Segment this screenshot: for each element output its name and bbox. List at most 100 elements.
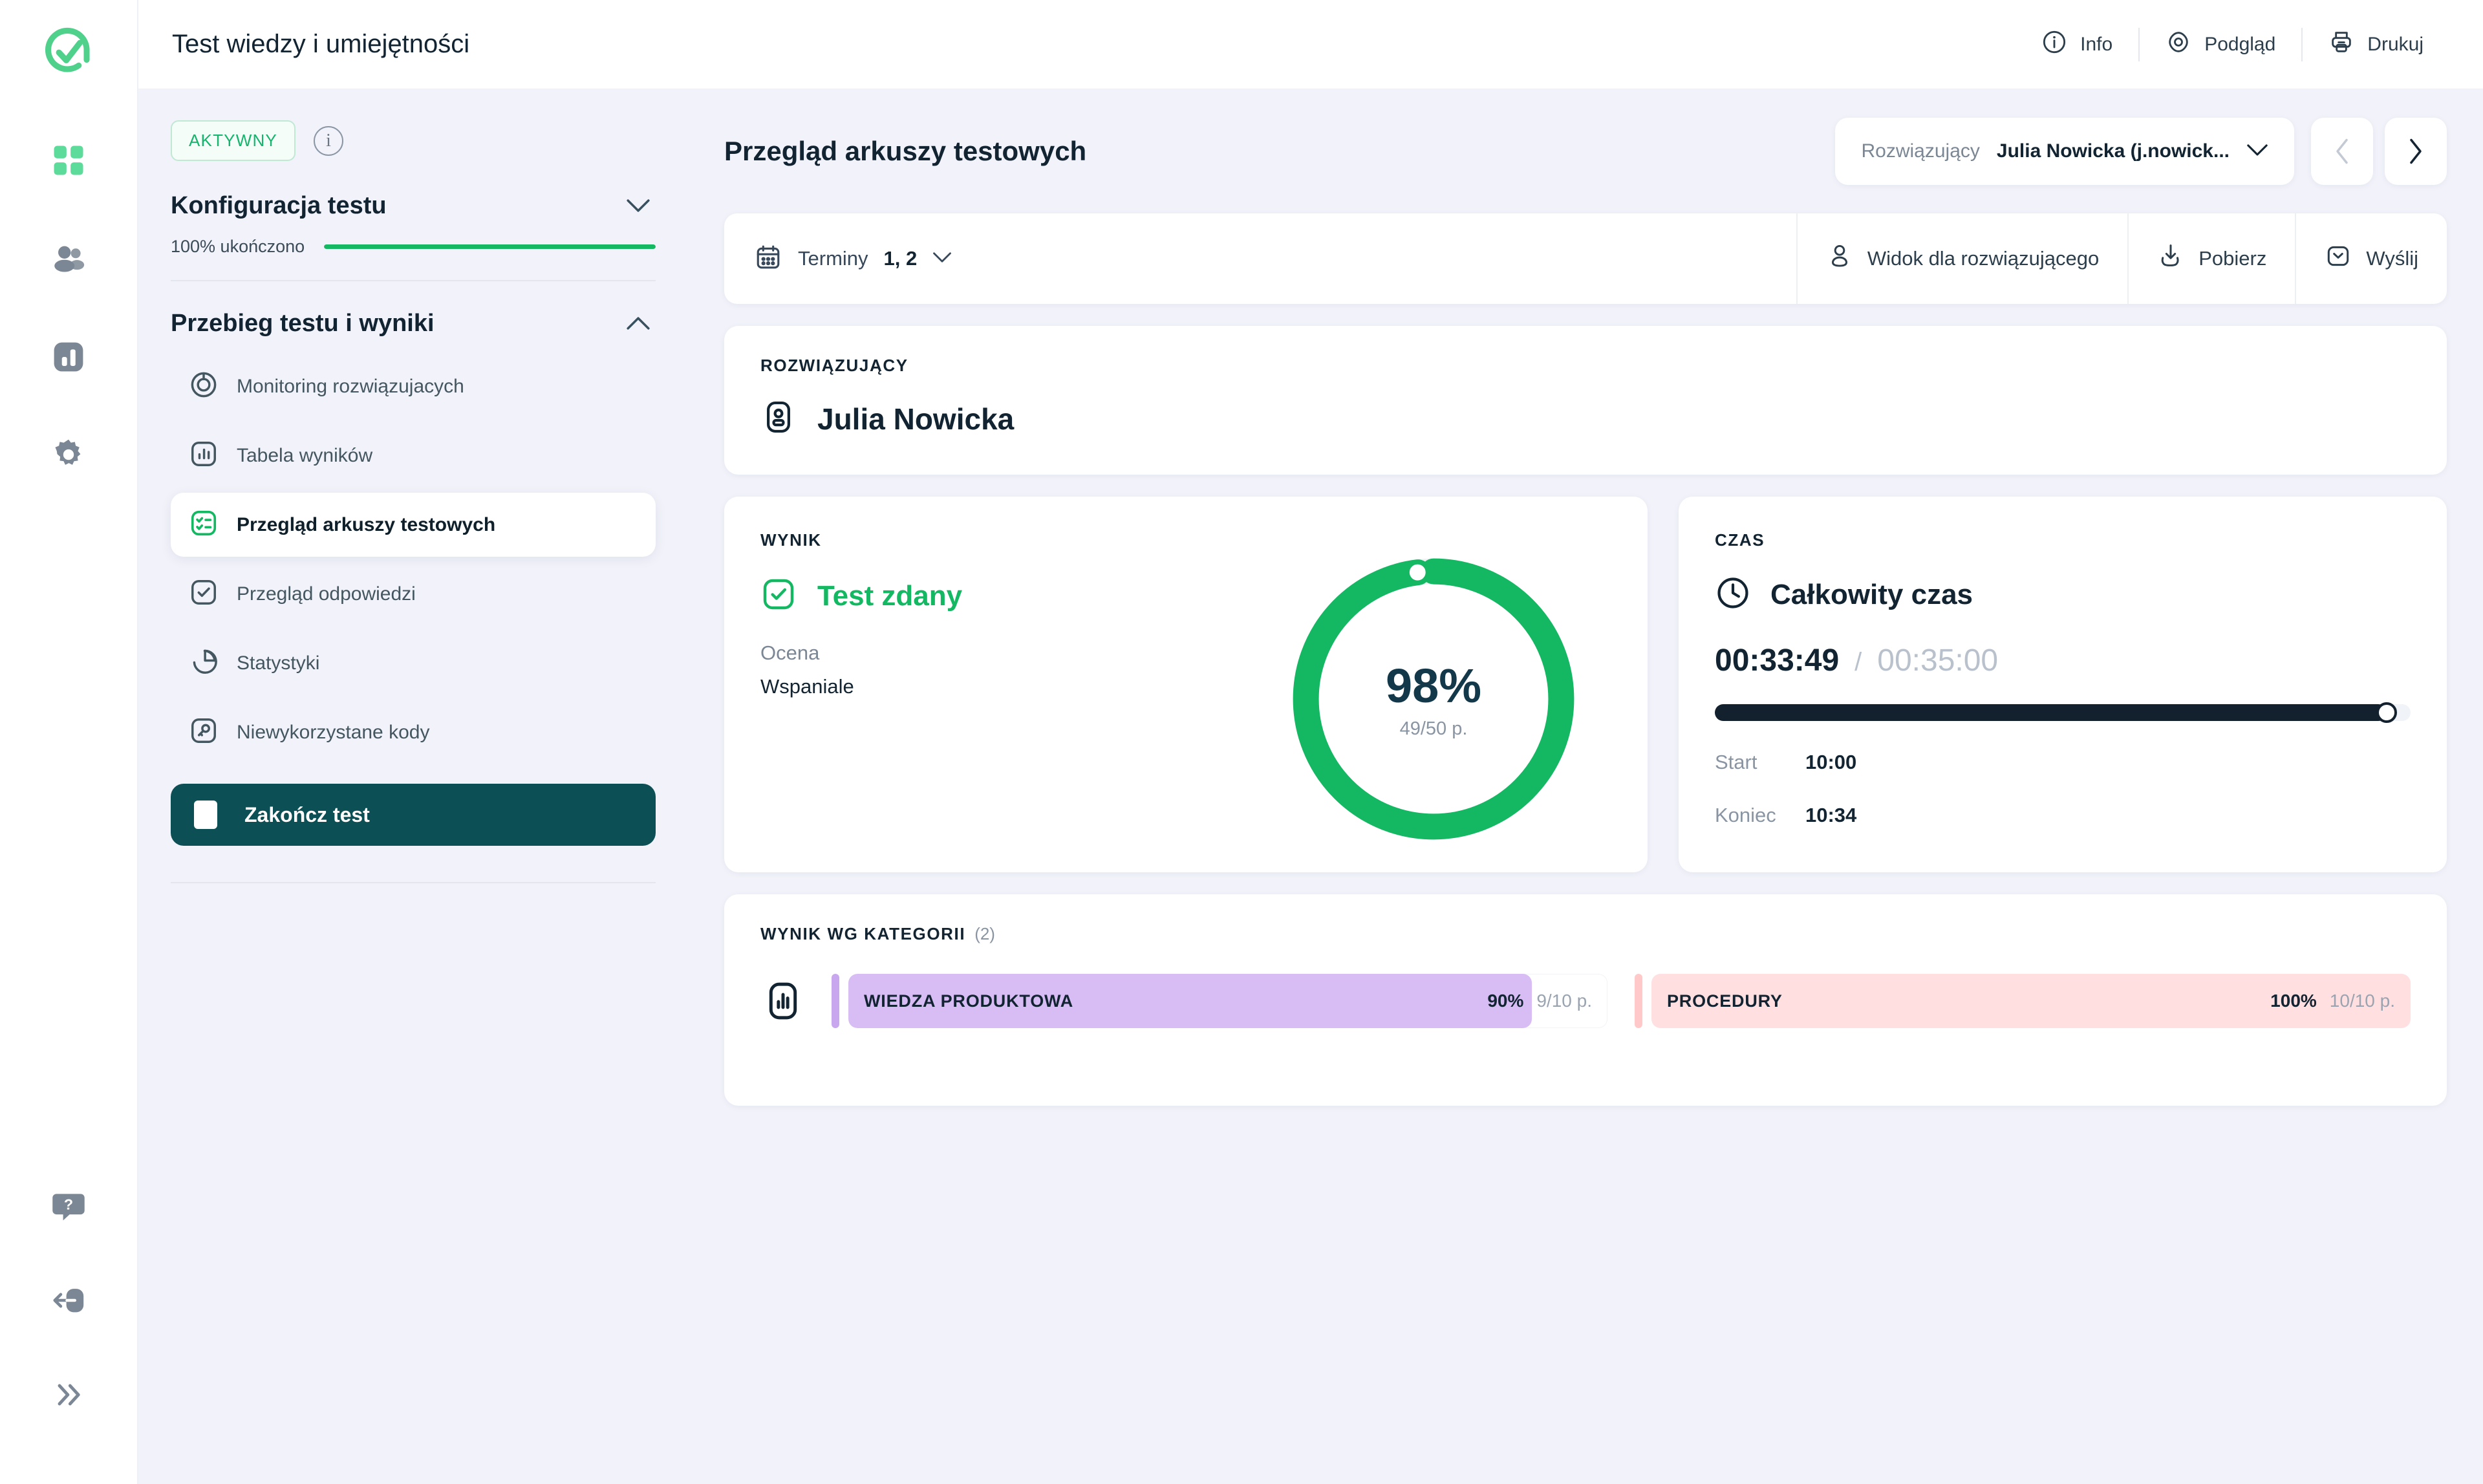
time-values-row: 00:33:49 / 00:35:00 bbox=[1715, 643, 2411, 678]
sidebar-item-monitoring[interactable]: Monitoring rozwiązujacych bbox=[171, 354, 656, 418]
download-label: Pobierz bbox=[2198, 247, 2266, 270]
category-bar-wiedza[interactable]: WIEDZA PRODUKTOWA 90% 9/10 p. bbox=[832, 974, 1607, 1028]
results-nav-list: Monitoring rozwiązujacych Tabela wyników bbox=[171, 354, 656, 764]
dashboard-grid-icon[interactable] bbox=[44, 136, 93, 185]
category-card-kicker: WYNIK WG KATEGORII bbox=[760, 924, 965, 944]
time-start-label: Start bbox=[1715, 751, 1786, 774]
time-end-label: Koniec bbox=[1715, 804, 1786, 827]
clock-icon bbox=[1715, 575, 1751, 614]
download-button[interactable]: Pobierz bbox=[2127, 213, 2295, 304]
help-question-icon[interactable]: ? bbox=[44, 1181, 93, 1231]
solver-name-row: Julia Nowicka bbox=[760, 399, 2411, 438]
result-percent: 98% bbox=[1386, 658, 1481, 713]
category-points: 10/10 p. bbox=[2330, 991, 2395, 1011]
summary-row: WYNIK Test zdany Ocena Wspaniale bbox=[724, 497, 2447, 872]
config-progress-track bbox=[324, 244, 656, 249]
print-button[interactable]: Drukuj bbox=[2303, 29, 2449, 60]
chart-bar-icon[interactable] bbox=[44, 332, 93, 382]
category-accent bbox=[1635, 974, 1642, 1028]
main-topbar: Info Podgląd bbox=[688, 0, 2483, 89]
result-donut-chart: 98% 49/50 p. bbox=[1282, 547, 1585, 851]
config-section-title: Konfiguracja testu bbox=[171, 192, 387, 220]
sidebar-item-przeglad-arkuszy[interactable]: Przegląd arkuszy testowych bbox=[171, 493, 656, 557]
category-bars-row: WIEDZA PRODUKTOWA 90% 9/10 p. bbox=[760, 974, 2411, 1028]
category-bar-text: WIEDZA PRODUKTOWA 90% 9/10 p. bbox=[848, 974, 1607, 1028]
solver-name: Julia Nowicka bbox=[817, 402, 1014, 436]
sidebar-item-tabela-wynikow[interactable]: Tabela wyników bbox=[171, 424, 656, 488]
category-bar-procedury[interactable]: PROCEDURY 100% 10/10 p. bbox=[1635, 974, 2411, 1028]
send-envelope-icon bbox=[2325, 242, 2352, 275]
left-panel-body: AKTYWNY i Konfiguracja testu 100% ukończ… bbox=[138, 89, 688, 883]
category-bars: WIEDZA PRODUKTOWA 90% 9/10 p. bbox=[832, 974, 2411, 1028]
end-test-label: Zakończ test bbox=[244, 803, 370, 827]
bar-chart-box-icon bbox=[189, 439, 219, 472]
category-name: PROCEDURY bbox=[1667, 991, 1783, 1011]
sidebar-item-label: Przegląd arkuszy testowych bbox=[237, 514, 495, 536]
main-content: Przegląd arkuszy testowych Rozwiązujący … bbox=[688, 89, 2483, 1106]
category-card: WYNIK WG KATEGORII (2) bbox=[724, 894, 2447, 1106]
results-section: Przebieg testu i wyniki Monitoring rozwi… bbox=[171, 310, 656, 883]
terminy-label: Terminy bbox=[798, 247, 868, 270]
gear-icon[interactable] bbox=[44, 431, 93, 480]
config-progress-label: 100% ukończono bbox=[171, 237, 305, 257]
category-accent bbox=[832, 974, 839, 1028]
category-bar-shell: PROCEDURY 100% 10/10 p. bbox=[1651, 974, 2411, 1028]
results-section-header[interactable]: Przebieg testu i wyniki bbox=[171, 310, 656, 338]
app-title: Test wiedzy i umiejętności bbox=[172, 30, 469, 59]
info-button-label: Info bbox=[2080, 34, 2112, 56]
sheet-toolbar: Terminy 1, 2 Widok dla rozwiązującego bbox=[724, 213, 2447, 304]
category-bar-text: PROCEDURY 100% 10/10 p. bbox=[1651, 974, 2411, 1028]
logout-icon[interactable] bbox=[44, 1276, 93, 1325]
sidebar-item-label: Przegląd odpowiedzi bbox=[237, 583, 416, 605]
sidebar-item-przeglad-odpowiedzi[interactable]: Przegląd odpowiedzi bbox=[171, 562, 656, 626]
preview-button[interactable]: Podgląd bbox=[2140, 29, 2301, 60]
send-button[interactable]: Wyślij bbox=[2295, 213, 2447, 304]
info-button[interactable]: Info bbox=[2015, 29, 2138, 60]
category-card-header: WYNIK WG KATEGORII (2) bbox=[760, 924, 2411, 944]
prev-solver-button[interactable] bbox=[2311, 118, 2373, 185]
time-card: CZAS Całkowity czas 00:33:49 / 00:35:00 bbox=[1679, 497, 2447, 872]
expand-chevrons-icon[interactable] bbox=[44, 1370, 93, 1419]
terminy-value: 1, 2 bbox=[884, 247, 918, 270]
main-area: Info Podgląd bbox=[688, 0, 2483, 1484]
result-points: 49/50 p. bbox=[1400, 718, 1468, 740]
solver-select-value: Julia Nowicka (j.nowick... bbox=[1997, 140, 2230, 162]
info-icon[interactable]: i bbox=[314, 126, 343, 156]
check-square-green-icon bbox=[760, 576, 797, 616]
info-icon bbox=[2041, 29, 2067, 60]
logo-check-icon[interactable] bbox=[41, 26, 96, 80]
status-badge: AKTYWNY bbox=[171, 120, 296, 161]
result-status-text: Test zdany bbox=[817, 580, 962, 612]
time-start-value: 10:00 bbox=[1805, 751, 1856, 774]
solver-card: ROZWIĄZUJĄCY Julia Nowicka bbox=[724, 326, 2447, 475]
next-solver-button[interactable] bbox=[2385, 118, 2447, 185]
donut-center-labels: 98% 49/50 p. bbox=[1282, 547, 1585, 851]
time-separator: / bbox=[1854, 648, 1862, 677]
target-monitor-icon bbox=[189, 370, 219, 403]
bar-chart-icon bbox=[760, 978, 806, 1024]
print-button-label: Drukuj bbox=[2367, 34, 2424, 56]
chevron-down-icon[interactable] bbox=[626, 195, 650, 217]
send-label: Wyślij bbox=[2366, 247, 2418, 270]
time-progress-thumb[interactable] bbox=[2376, 702, 2397, 723]
solver-view-label: Widok dla rozwiązującego bbox=[1867, 247, 2099, 270]
people-icon[interactable] bbox=[44, 234, 93, 283]
sidebar-item-label: Statystyki bbox=[237, 652, 319, 674]
category-count: (2) bbox=[974, 924, 995, 944]
time-total: 00:35:00 bbox=[1877, 643, 1998, 678]
chevron-up-icon[interactable] bbox=[626, 313, 650, 335]
sidebar-item-statystyki[interactable]: Statystyki bbox=[171, 631, 656, 695]
config-section-header[interactable]: Konfiguracja testu bbox=[171, 192, 656, 220]
sidebar-item-niewykorzystane-kody[interactable]: Niewykorzystane kody bbox=[171, 700, 656, 764]
solver-view-button[interactable]: Widok dla rozwiązującego bbox=[1796, 213, 2127, 304]
download-icon bbox=[2157, 242, 2184, 275]
app-root: ? Test wiedzy i umiejętności bbox=[0, 0, 2483, 1484]
printer-icon bbox=[2328, 29, 2354, 60]
time-used: 00:33:49 bbox=[1715, 643, 1839, 678]
sidebar-divider bbox=[171, 882, 656, 883]
solver-select-dropdown[interactable]: Rozwiązujący Julia Nowicka (j.nowick... bbox=[1835, 118, 2294, 185]
end-test-button[interactable]: Zakończ test bbox=[171, 784, 656, 846]
svg-text:?: ? bbox=[64, 1196, 73, 1213]
time-start-row: Start 10:00 bbox=[1715, 751, 2411, 774]
terminy-dropdown[interactable]: Terminy 1, 2 bbox=[724, 243, 952, 275]
